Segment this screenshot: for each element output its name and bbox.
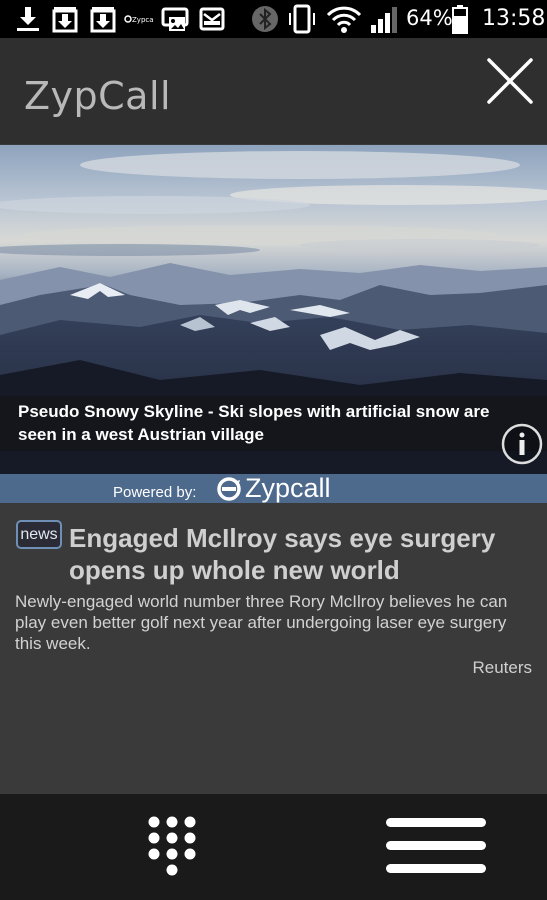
bottom-bar bbox=[0, 794, 547, 900]
dialpad-button[interactable] bbox=[143, 814, 201, 876]
menu-icon bbox=[386, 818, 486, 873]
brand-text: Zypcall bbox=[245, 473, 331, 503]
hero-image[interactable]: Pseudo Snowy Skyline - Ski slopes with a… bbox=[0, 145, 547, 475]
dialpad-icon bbox=[148, 816, 196, 876]
download-box-icon bbox=[88, 5, 118, 33]
download-icon bbox=[14, 5, 42, 33]
image-caption: Pseudo Snowy Skyline - Ski slopes with a… bbox=[0, 396, 547, 451]
app-bar: ZypCall bbox=[0, 38, 547, 144]
menu-button[interactable] bbox=[380, 814, 492, 876]
article-headline[interactable]: Engaged McIlroy says eye surgery opens u… bbox=[69, 522, 519, 586]
close-icon bbox=[487, 58, 533, 104]
zypcall-logo-icon bbox=[217, 476, 241, 501]
caption-text: Pseudo Snowy Skyline - Ski slopes with a… bbox=[18, 402, 490, 444]
zypcall-brand: Zypcall bbox=[216, 474, 331, 503]
zypcall-notification-text: Zypcall bbox=[132, 16, 154, 24]
powered-by-banner[interactable]: Powered by: Zypcall bbox=[0, 474, 547, 503]
app-title: ZypCall bbox=[24, 74, 172, 118]
download-box-icon bbox=[50, 5, 80, 33]
status-bar: Zypcall 64% 13:58 bbox=[0, 0, 547, 38]
info-button[interactable] bbox=[501, 423, 543, 465]
zypcall-icon: Zypcall bbox=[124, 5, 154, 33]
mail-icon bbox=[198, 5, 226, 33]
article-summary: Newly-engaged world number three Rory Mc… bbox=[15, 592, 508, 653]
clock: 13:58 bbox=[482, 6, 546, 31]
powered-by-label: Powered by: bbox=[113, 484, 197, 501]
close-button[interactable] bbox=[485, 56, 535, 106]
vibrate-icon bbox=[286, 4, 318, 34]
info-icon bbox=[501, 423, 543, 465]
bluetooth-icon bbox=[250, 5, 280, 33]
wifi-icon bbox=[326, 5, 362, 33]
battery-percentage: 64% bbox=[406, 6, 453, 30]
article-source: Reuters bbox=[472, 658, 532, 677]
gallery-icon bbox=[160, 5, 190, 33]
signal-icon bbox=[368, 5, 400, 33]
news-badge: news bbox=[16, 520, 62, 549]
battery-icon bbox=[450, 5, 470, 34]
